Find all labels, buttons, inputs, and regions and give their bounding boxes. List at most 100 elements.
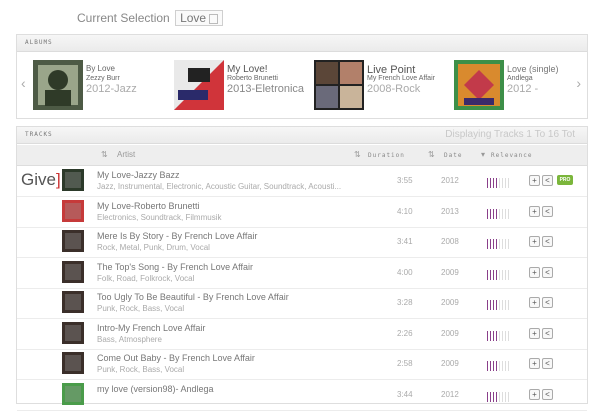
track-row[interactable]: Give] My Love-Jazzy Bazz Jazz, Instrumenta… [17,166,587,197]
relevance-bar [508,269,509,280]
share-icon[interactable]: < [542,388,553,400]
track-date: 2009 [441,328,459,338]
selection-tag[interactable]: Love [175,10,224,26]
relevance-bar [505,330,506,341]
track-title[interactable]: my love (version98)- Andlega [97,384,214,394]
track-row[interactable]: Intro-My French Love Affair Bass, Atmosph… [17,319,587,350]
relevance-bar [505,391,506,402]
track-duration: 3:55 [397,176,413,185]
relevance-bar [499,361,500,371]
album-artist: My French Love Affair [367,75,435,82]
relevance-bar [496,330,497,341]
relevance-bar [508,178,509,188]
give-label-bracket: ] [55,170,61,189]
relevance-bar [487,208,488,219]
relevance-bar [499,330,500,341]
share-icon[interactable]: < [542,175,553,186]
relevance-bar [493,208,494,219]
add-icon[interactable]: + [529,388,540,400]
track-duration: 3:41 [397,237,413,246]
tracks-header-label: TRACKS [25,131,53,138]
add-icon[interactable]: + [529,297,540,308]
albums-panel: ALBUMS ‹ › By Love Zezzy Burr 2012-Jazz … [16,34,588,119]
track-title[interactable]: The Top's Song - By French Love Affair [97,262,253,272]
column-date[interactable]: Date [444,152,462,159]
give-label-text: Give [21,170,56,189]
album-title: My Love! [227,64,268,75]
column-duration[interactable]: Duration [368,152,405,159]
pro-badge[interactable]: PRO [557,175,573,185]
remove-tag-icon[interactable] [209,13,219,24]
share-icon[interactable]: < [542,358,553,369]
track-date: 2009 [441,298,459,307]
share-icon[interactable]: < [542,236,553,247]
album-card[interactable]: Live Point My French Love Affair 2008-Ro… [314,60,454,110]
track-title[interactable]: Too Ugly To Be Beautiful - By French Lov… [97,292,289,302]
column-relevance[interactable]: Relevance [491,152,533,159]
relevance-bar [493,391,494,402]
relevance-bar [493,361,494,371]
sort-icon[interactable]: ⇅ [428,150,435,159]
track-date: 2009 [441,267,459,277]
add-icon[interactable]: + [529,236,540,247]
relevance-bar [493,330,494,341]
chevron-left-icon[interactable]: ‹ [21,75,26,91]
current-selection-label: Current Selection [77,11,170,25]
add-icon[interactable]: + [529,327,540,339]
column-artist[interactable]: Artist [117,150,135,159]
add-icon[interactable]: + [529,175,540,186]
track-duration: 2:26 [397,328,413,338]
share-icon[interactable]: < [542,205,553,217]
relevance-meter [487,175,511,188]
relevance-bar [496,391,497,402]
share-icon[interactable]: < [542,266,553,278]
track-title[interactable]: Come Out Baby - By French Love Affair [97,353,255,363]
relevance-bar [508,330,509,341]
share-icon[interactable]: < [542,297,553,308]
album-meta: 2012-Jazz [86,83,137,95]
add-icon[interactable]: + [529,205,540,217]
track-thumbnail [62,260,84,283]
give-label[interactable]: Give] [21,170,61,190]
add-icon[interactable]: + [529,358,540,369]
track-row[interactable]: The Top's Song - By French Love Affair Fo… [17,258,587,289]
sort-desc-icon[interactable]: ▾ [481,150,485,159]
track-thumbnail [62,199,84,222]
album-card[interactable]: By Love Zezzy Burr 2012-Jazz [33,60,173,110]
relevance-bar [496,178,497,188]
track-row[interactable]: Mere Is By Story - By French Love Affair… [17,227,587,258]
relevance-bar [487,391,488,402]
relevance-bar [487,178,488,188]
relevance-bar [505,269,506,280]
track-row[interactable]: my love (version98)- Andlega 3:44 2012 + < [17,380,587,411]
track-duration: 2:58 [397,359,413,368]
track-tags: Punk, Rock, Bass, Vocal [97,365,185,374]
track-title[interactable]: Intro-My French Love Affair [97,323,205,333]
add-icon[interactable]: + [529,266,540,278]
selection-tag-value: Love [180,11,207,25]
relevance-bar [499,208,500,219]
relevance-bar [508,239,509,249]
album-card[interactable]: My Love! Roberto Brunetti 2013-Eletronic… [174,60,314,110]
track-date: 2008 [441,237,459,246]
track-row[interactable]: Come Out Baby - By French Love Affair Pun… [17,349,587,380]
album-meta: 2008-Rock [367,83,421,95]
relevance-bar [490,269,491,280]
track-row[interactable]: Too Ugly To Be Beautiful - By French Lov… [17,288,587,319]
track-date: 2012 [441,389,459,399]
track-title[interactable]: My Love-Roberto Brunetti [97,201,200,211]
relevance-bar [490,330,491,341]
relevance-meter [487,358,511,371]
relevance-bar [493,300,494,310]
relevance-bar [505,300,506,310]
track-title[interactable]: My Love-Jazzy Bazz [97,170,180,180]
track-tags: Punk, Rock, Bass, Vocal [97,304,185,313]
album-card[interactable]: Love (single) Andlega 2012 - [454,60,584,110]
relevance-bar [490,391,491,402]
share-icon[interactable]: < [542,327,553,339]
sort-icon[interactable]: ⇅ [354,150,361,159]
album-cover [174,60,224,110]
track-row[interactable]: My Love-Roberto Brunetti Electronics, Sou… [17,197,587,228]
track-title[interactable]: Mere Is By Story - By French Love Affair [97,231,257,241]
sort-icon[interactable]: ⇅ [101,150,108,159]
